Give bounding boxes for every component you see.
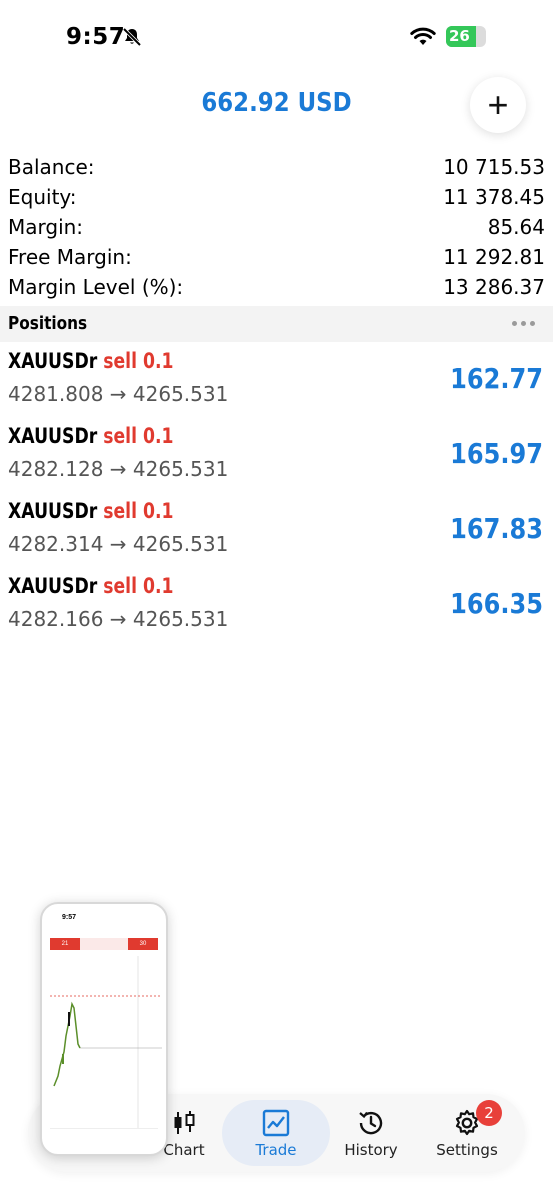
position-symbol: XAUUSDr xyxy=(8,349,98,373)
position-row[interactable]: XAUUSDr sell 0.1 4282.128 → 4265.531 165… xyxy=(0,421,553,496)
account-summary: Balance: 10 715.53 Equity: 11 378.45 Mar… xyxy=(8,152,545,302)
nav-item-trade[interactable]: Trade xyxy=(222,1100,330,1166)
position-prices: 4281.808 → 4265.531 xyxy=(8,382,229,406)
position-prices: 4282.128 → 4265.531 xyxy=(8,457,229,481)
pip-buy-price: 30 xyxy=(128,938,158,950)
summary-label: Free Margin: xyxy=(8,245,132,269)
battery-indicator: 26 xyxy=(446,26,486,47)
screenshot-thumbnail[interactable]: 9:57 21 30 xyxy=(40,902,168,1156)
position-prices: 4282.166 → 4265.531 xyxy=(8,607,229,631)
positions-title: Positions xyxy=(8,313,88,334)
history-clock-icon xyxy=(359,1111,383,1135)
position-row[interactable]: XAUUSDr sell 0.1 4281.808 → 4265.531 162… xyxy=(0,346,553,421)
account-profit-title: 662.92 USD xyxy=(201,88,352,118)
status-time: 9:57 xyxy=(66,24,126,50)
summary-row-balance: Balance: 10 715.53 xyxy=(8,152,545,182)
summary-label: Margin: xyxy=(8,215,84,239)
positions-section-header: Positions xyxy=(0,306,553,342)
summary-row-equity: Equity: 11 378.45 xyxy=(8,182,545,212)
summary-value: 10 715.53 xyxy=(443,155,545,179)
summary-label: Equity: xyxy=(8,185,77,209)
pip-nav-bar xyxy=(50,1128,158,1144)
position-row[interactable]: XAUUSDr sell 0.1 4282.314 → 4265.531 167… xyxy=(0,496,553,571)
position-profit: 165.97 xyxy=(450,437,543,470)
position-row[interactable]: XAUUSDr sell 0.1 4282.166 → 4265.531 166… xyxy=(0,571,553,646)
position-symbol: XAUUSDr xyxy=(8,499,98,523)
plus-icon: + xyxy=(487,84,509,125)
position-side: sell 0.1 xyxy=(103,499,174,523)
summary-row-margin: Margin: 85.64 xyxy=(8,212,545,242)
pip-sell-price: 21 xyxy=(50,938,80,950)
position-side: sell 0.1 xyxy=(103,349,174,373)
summary-row-margin-level: Margin Level (%): 13 286.37 xyxy=(8,272,545,302)
nav-item-settings[interactable]: Settings xyxy=(413,1100,521,1166)
settings-notification-badge: 2 xyxy=(476,1100,502,1126)
position-profit: 166.35 xyxy=(450,587,543,620)
nav-label-trade: Trade xyxy=(255,1141,297,1159)
add-order-button[interactable]: + xyxy=(470,77,526,133)
summary-value: 85.64 xyxy=(487,215,545,239)
summary-value: 13 286.37 xyxy=(443,275,545,299)
pip-price-chart xyxy=(50,956,162,1128)
more-options-icon[interactable] xyxy=(512,321,535,326)
positions-list: XAUUSDr sell 0.1 4281.808 → 4265.531 162… xyxy=(0,346,553,646)
summary-row-free-margin: Free Margin: 11 292.81 xyxy=(8,242,545,272)
nav-label-settings: Settings xyxy=(436,1141,498,1159)
position-side: sell 0.1 xyxy=(103,424,174,448)
position-symbol: XAUUSDr xyxy=(8,424,98,448)
position-profit: 167.83 xyxy=(450,512,543,545)
position-profit: 162.77 xyxy=(450,362,543,395)
nav-item-history[interactable]: History xyxy=(317,1100,425,1166)
wifi-icon xyxy=(410,27,436,45)
bell-slash-icon xyxy=(122,27,142,47)
summary-value: 11 292.81 xyxy=(443,245,545,269)
summary-label: Balance: xyxy=(8,155,95,179)
battery-level: 26 xyxy=(449,27,470,45)
position-symbol: XAUUSDr xyxy=(8,574,98,598)
candlestick-icon xyxy=(174,1111,195,1134)
pip-time: 9:57 xyxy=(62,914,77,921)
summary-label: Margin Level (%): xyxy=(8,275,184,299)
summary-value: 11 378.45 xyxy=(443,185,545,209)
position-side: sell 0.1 xyxy=(103,574,174,598)
nav-label-history: History xyxy=(344,1141,398,1159)
position-prices: 4282.314 → 4265.531 xyxy=(8,532,229,556)
status-bar: 9:57 26 xyxy=(0,0,553,70)
trade-chart-icon xyxy=(262,1109,290,1137)
